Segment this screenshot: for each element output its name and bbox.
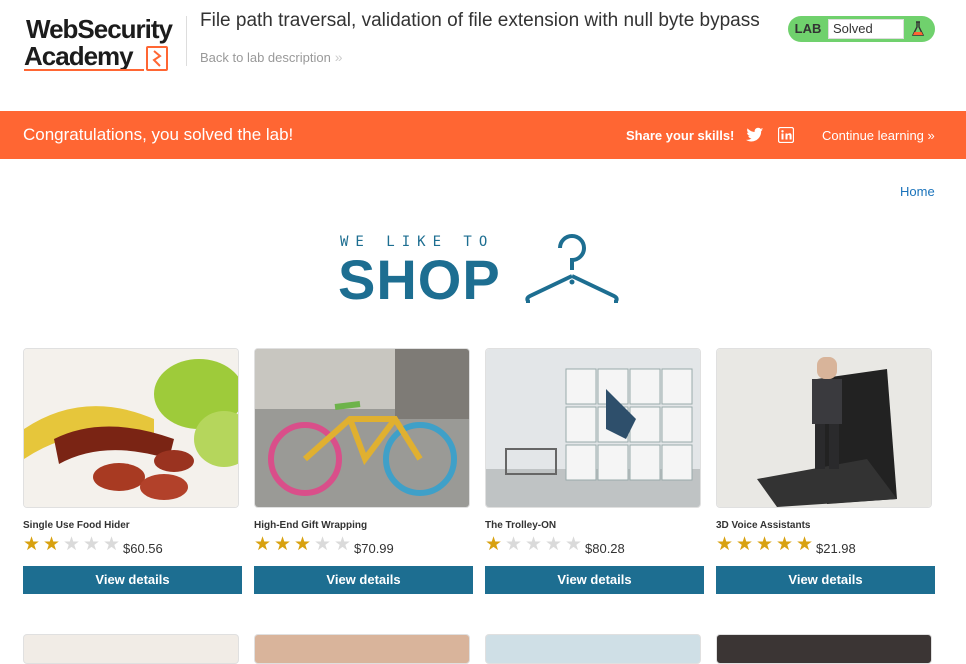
lab-status-badge: LAB Solved	[788, 16, 935, 42]
product-price: $70.99	[354, 541, 394, 556]
linkedin-icon[interactable]	[777, 126, 795, 144]
product-image[interactable]	[485, 348, 701, 508]
product-price: $21.98	[816, 541, 856, 556]
continue-learning-label: Continue learning	[822, 128, 924, 143]
logo-underline	[24, 69, 144, 71]
hanger-icon	[525, 234, 619, 303]
star-icon: ★	[545, 534, 563, 555]
star-icon: ★	[756, 534, 774, 555]
star-icon: ★	[23, 534, 41, 555]
star-icon: ★	[796, 534, 814, 555]
twitter-icon[interactable]	[746, 127, 764, 143]
product-rating: ★ ★ ★ ★ ★	[23, 534, 123, 555]
product-image[interactable]	[23, 348, 239, 508]
product-name: 3D Voice Assistants	[716, 520, 811, 531]
star-icon: ★	[525, 534, 543, 555]
product-image[interactable]	[485, 634, 701, 664]
view-details-button[interactable]: View details	[485, 566, 704, 594]
home-link[interactable]: Home	[900, 184, 935, 199]
product-price: $60.56	[123, 541, 163, 556]
flask-icon	[908, 19, 928, 39]
star-icon: ★	[716, 534, 734, 555]
we-like-to-shop-logo: WE LIKE TO SHOP	[338, 234, 628, 310]
star-icon: ★	[294, 534, 312, 555]
lightning-icon	[146, 46, 168, 71]
view-details-button[interactable]: View details	[716, 566, 935, 594]
product-image[interactable]	[716, 634, 932, 664]
lab-status-value: Solved	[828, 19, 904, 39]
star-icon: ★	[565, 534, 583, 555]
lab-title: File path traversal, validation of file …	[200, 10, 760, 31]
star-icon: ★	[314, 534, 332, 555]
product-image[interactable]	[254, 348, 470, 508]
star-icon: ★	[485, 534, 503, 555]
double-chevron-right-icon: »	[927, 128, 935, 143]
double-chevron-right-icon: »	[334, 49, 343, 65]
star-icon: ★	[274, 534, 292, 555]
star-icon: ★	[83, 534, 101, 555]
star-icon: ★	[63, 534, 81, 555]
lab-tag: LAB	[794, 21, 822, 36]
product-rating: ★ ★ ★ ★ ★	[485, 534, 585, 555]
web-security-academy-logo[interactable]: WebSecurity Academy	[24, 14, 184, 74]
star-icon: ★	[43, 534, 61, 555]
logo-line1: WebSecurity	[26, 14, 173, 44]
star-icon: ★	[736, 534, 754, 555]
view-details-button[interactable]: View details	[254, 566, 473, 594]
product-image[interactable]	[254, 634, 470, 664]
back-link-label: Back to lab description	[200, 50, 331, 65]
solved-message: Congratulations, you solved the lab!	[23, 125, 294, 144]
view-details-button[interactable]: View details	[23, 566, 242, 594]
star-icon: ★	[334, 534, 352, 555]
product-price: $80.28	[585, 541, 625, 556]
star-icon: ★	[254, 534, 272, 555]
product-image[interactable]	[716, 348, 932, 508]
star-icon: ★	[776, 534, 794, 555]
shop-word: SHOP	[338, 248, 501, 311]
star-icon: ★	[505, 534, 523, 555]
star-icon: ★	[103, 534, 121, 555]
lab-header: WebSecurity Academy File path traversal,…	[0, 0, 966, 111]
product-rating: ★ ★ ★ ★ ★	[716, 534, 816, 555]
product-image[interactable]	[23, 634, 239, 664]
product-name: Single Use Food Hider	[23, 520, 130, 531]
header-divider	[186, 16, 187, 66]
congratulations-banner: Congratulations, you solved the lab! Sha…	[0, 111, 966, 159]
continue-learning-link[interactable]: Continue learning »	[822, 128, 935, 143]
logo-line2: Academy	[24, 41, 134, 71]
product-name: The Trolley-ON	[485, 520, 557, 531]
share-label: Share your skills!	[626, 128, 735, 143]
back-to-lab-description-link[interactable]: Back to lab description»	[200, 49, 343, 65]
product-name: High-End Gift Wrapping	[254, 520, 368, 531]
product-rating: ★ ★ ★ ★ ★	[254, 534, 354, 555]
